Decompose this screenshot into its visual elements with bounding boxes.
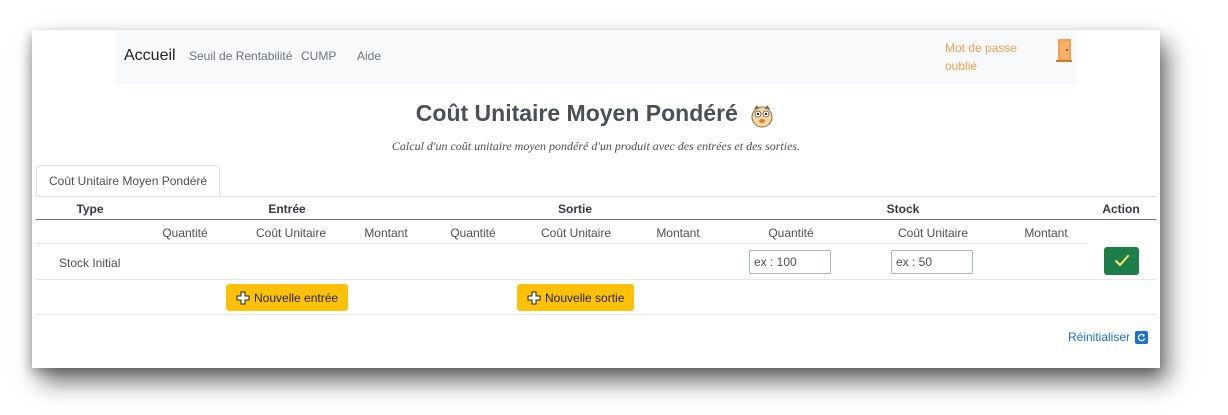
sub-entree-quantite: Quantité xyxy=(162,226,208,240)
row-divider-2 xyxy=(36,279,1156,280)
page-subtitle: Calcul d'un coût unitaire moyen pondéré … xyxy=(391,139,801,153)
mascot-icon xyxy=(751,104,773,128)
reset-link[interactable]: Réinitialiser xyxy=(1068,330,1149,344)
stock-quantity-input[interactable] xyxy=(749,250,831,274)
refresh-icon xyxy=(1135,330,1149,344)
add-exit-button[interactable]: Nouvelle sortie xyxy=(517,284,635,311)
plus-icon xyxy=(236,291,250,304)
check-icon xyxy=(1114,255,1129,266)
sub-stock-montant: Montant xyxy=(1024,226,1068,240)
header-stock: Stock xyxy=(886,202,920,216)
nav-link-cump[interactable]: CUMP xyxy=(301,49,336,63)
header-type: Type xyxy=(76,202,104,216)
header-divider xyxy=(36,219,1156,220)
stock-unit-cost-input[interactable] xyxy=(891,250,973,274)
sub-entree-cout-unitaire: Coût Unitaire xyxy=(255,226,327,240)
nav-link-aide[interactable]: Aide xyxy=(357,49,381,63)
tab-divider xyxy=(36,196,1156,197)
header-sortie: Sortie xyxy=(557,202,592,216)
plus-icon xyxy=(527,291,541,304)
reset-label: Réinitialiser xyxy=(1068,330,1131,344)
row-divider-3 xyxy=(36,314,1156,315)
sub-stock-cout-unitaire: Coût Unitaire xyxy=(897,226,969,240)
sub-sortie-montant: Montant xyxy=(656,226,700,240)
header-entree: Entrée xyxy=(268,202,306,216)
sub-entree-montant: Montant xyxy=(364,226,408,240)
row-divider xyxy=(36,243,1087,244)
header-action: Action xyxy=(1102,202,1140,216)
add-entry-label: Nouvelle entrée xyxy=(254,290,339,305)
navbar: Accueil Seuil de Rentabilité CUMP Aide M… xyxy=(116,30,1076,85)
nav-link-seuil[interactable]: Seuil de Rentabilité xyxy=(189,49,292,63)
sub-stock-quantite: Quantité xyxy=(768,226,814,240)
door-icon[interactable] xyxy=(1056,38,1072,62)
nav-brand-accueil[interactable]: Accueil xyxy=(124,47,176,65)
forgot-password-link[interactable]: Mot de passe oublié xyxy=(945,39,1025,75)
row-label-stock-initial: Stock Initial xyxy=(59,256,121,270)
page-title: Coût Unitaire Moyen Pondéré xyxy=(415,100,738,126)
validate-button[interactable] xyxy=(1104,247,1139,275)
add-exit-label: Nouvelle sortie xyxy=(545,290,625,305)
tab-cump[interactable]: Coût Unitaire Moyen Pondéré xyxy=(36,165,221,196)
sub-sortie-cout-unitaire: Coût Unitaire xyxy=(540,226,612,240)
sub-sortie-quantite: Quantité xyxy=(450,226,496,240)
page-title-block: Coût Unitaire Moyen Pondéré xyxy=(32,100,1160,129)
add-entry-button[interactable]: Nouvelle entrée xyxy=(226,284,349,311)
main-card: Accueil Seuil de Rentabilité CUMP Aide M… xyxy=(32,30,1160,368)
